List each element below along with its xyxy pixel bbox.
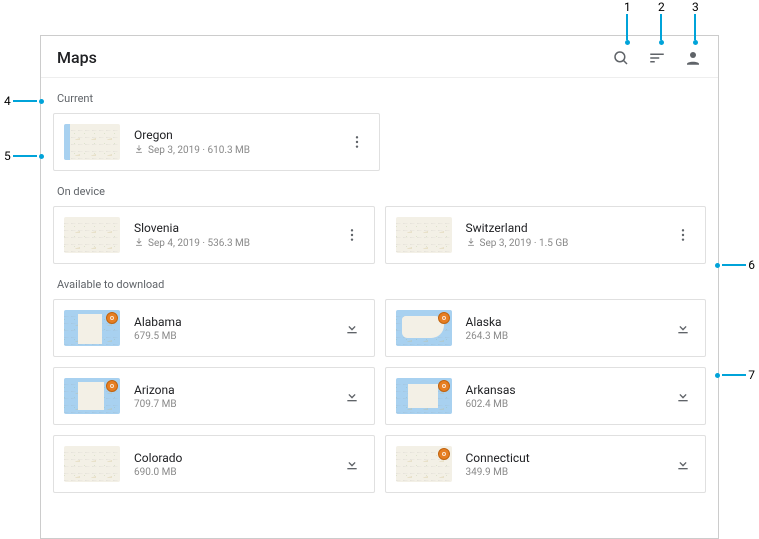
map-meta: 709.7 MB	[134, 399, 338, 410]
card-text: Slovenia Sep 4, 2019 · 536.3 MB	[134, 221, 338, 250]
map-name: Alaska	[466, 315, 670, 329]
callout-3: 3	[692, 0, 699, 45]
search-icon[interactable]	[612, 49, 630, 67]
downloaded-icon	[134, 144, 144, 157]
map-thumbnail	[64, 124, 120, 160]
current-grid: Oregon Sep 3, 2019 · 610.3 MB	[53, 113, 380, 171]
download-button[interactable]	[669, 450, 697, 478]
map-card-colorado[interactable]: Colorado 690.0 MB	[53, 435, 375, 493]
map-card-arizona[interactable]: Arizona 709.7 MB	[53, 367, 375, 425]
map-meta: 349.9 MB	[466, 467, 670, 478]
account-icon[interactable]	[684, 49, 702, 67]
header: Maps	[41, 36, 718, 78]
map-card-oregon[interactable]: Oregon Sep 3, 2019 · 610.3 MB	[53, 113, 380, 171]
map-card-alaska[interactable]: Alaska 264.3 MB	[385, 299, 707, 357]
downloaded-icon	[134, 237, 144, 250]
download-button[interactable]	[669, 382, 697, 410]
section-header-current: Current	[57, 92, 702, 105]
map-meta: Sep 4, 2019 · 536.3 MB	[134, 237, 338, 250]
map-thumbnail	[64, 217, 120, 253]
map-thumbnail	[64, 446, 120, 482]
section-header-ondevice: On device	[57, 185, 702, 198]
poi-badge-icon	[438, 448, 450, 460]
callout-6: 6	[715, 258, 755, 272]
map-thumbnail	[396, 378, 452, 414]
downloaded-icon	[466, 237, 476, 250]
callout-label: 5	[4, 149, 11, 163]
callout-5: 5	[4, 149, 44, 163]
callout-4: 4	[4, 94, 44, 108]
header-actions	[612, 49, 702, 67]
callout-label: 2	[658, 0, 665, 14]
download-button[interactable]	[338, 314, 366, 342]
callout-label: 7	[748, 368, 755, 382]
map-card-connecticut[interactable]: Connecticut 349.9 MB	[385, 435, 707, 493]
card-text: Colorado 690.0 MB	[134, 451, 338, 478]
download-button[interactable]	[669, 314, 697, 342]
map-meta: Sep 3, 2019 · 1.5 GB	[466, 237, 670, 250]
card-text: Alaska 264.3 MB	[466, 315, 670, 342]
section-header-available: Available to download	[57, 278, 702, 291]
card-text: Switzerland Sep 3, 2019 · 1.5 GB	[466, 221, 670, 250]
download-button[interactable]	[338, 450, 366, 478]
map-meta: 679.5 MB	[134, 331, 338, 342]
callout-label: 3	[692, 0, 699, 14]
map-thumbnail	[64, 378, 120, 414]
card-text: Oregon Sep 3, 2019 · 610.3 MB	[134, 128, 343, 157]
map-card-slovenia[interactable]: Slovenia Sep 4, 2019 · 536.3 MB	[53, 206, 375, 264]
map-name: Alabama	[134, 315, 338, 329]
map-name: Oregon	[134, 128, 343, 142]
map-name: Colorado	[134, 451, 338, 465]
map-card-arkansas[interactable]: Arkansas 602.4 MB	[385, 367, 707, 425]
ondevice-grid: Slovenia Sep 4, 2019 · 536.3 MB Switzerl…	[53, 206, 706, 264]
callout-label: 1	[624, 0, 631, 14]
map-thumbnail	[396, 310, 452, 346]
callout-label: 4	[4, 94, 11, 108]
card-text: Connecticut 349.9 MB	[466, 451, 670, 478]
download-button[interactable]	[338, 382, 366, 410]
map-meta: 690.0 MB	[134, 467, 338, 478]
map-name: Arkansas	[466, 383, 670, 397]
poi-badge-icon	[106, 312, 118, 324]
map-name: Arizona	[134, 383, 338, 397]
map-meta: 602.4 MB	[466, 399, 670, 410]
map-name: Connecticut	[466, 451, 670, 465]
page-title: Maps	[57, 48, 97, 67]
callout-1: 1	[624, 0, 631, 45]
app-frame: Maps Current Oregon	[40, 35, 719, 539]
map-card-alabama[interactable]: Alabama 679.5 MB	[53, 299, 375, 357]
callout-7: 7	[715, 368, 755, 382]
map-name: Slovenia	[134, 221, 338, 235]
map-thumbnail	[396, 446, 452, 482]
map-meta: 264.3 MB	[466, 331, 670, 342]
card-text: Alabama 679.5 MB	[134, 315, 338, 342]
map-card-switzerland[interactable]: Switzerland Sep 3, 2019 · 1.5 GB	[385, 206, 707, 264]
sort-icon[interactable]	[648, 49, 666, 67]
poi-badge-icon	[106, 380, 118, 392]
overflow-menu-button[interactable]	[343, 128, 371, 156]
poi-badge-icon	[438, 312, 450, 324]
content: Current Oregon Sep 3, 2019 · 610.3 MB	[41, 78, 718, 517]
map-thumbnail	[396, 217, 452, 253]
callout-2: 2	[658, 0, 665, 45]
map-thumbnail	[64, 310, 120, 346]
card-text: Arizona 709.7 MB	[134, 383, 338, 410]
callout-label: 6	[748, 258, 755, 272]
map-name: Switzerland	[466, 221, 670, 235]
available-grid: Alabama 679.5 MB Alaska 264.3 MB	[53, 299, 706, 493]
overflow-menu-button[interactable]	[669, 221, 697, 249]
poi-badge-icon	[438, 380, 450, 392]
card-text: Arkansas 602.4 MB	[466, 383, 670, 410]
overflow-menu-button[interactable]	[338, 221, 366, 249]
map-meta: Sep 3, 2019 · 610.3 MB	[134, 144, 343, 157]
